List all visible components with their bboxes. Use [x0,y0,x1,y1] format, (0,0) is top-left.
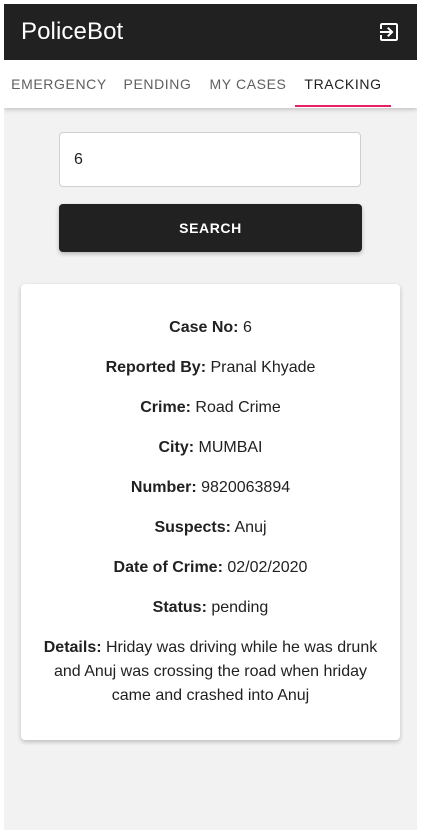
details-value: Hriday was driving while he was drunk an… [53,639,378,704]
status-row: Status: pending [37,596,384,620]
reported-by-label: Reported By: [105,359,207,376]
app-bar: PoliceBot [4,4,417,60]
logout-icon [380,23,398,41]
search-button[interactable]: SEARCH [59,204,362,252]
crime-value: Road Crime [195,399,281,416]
reported-by-value: Pranal Khyade [210,359,316,376]
case-no-label: Case No: [169,319,239,336]
details-label: Details: [43,639,102,656]
number-row: Number: 9820063894 [37,476,384,500]
case-no-row: Case No: 6 [37,316,384,340]
date-of-crime-value: 02/02/2020 [227,559,308,576]
tab-my-cases[interactable]: MY CASES [201,60,295,108]
city-label: City: [158,439,195,456]
tab-bar: EMERGENCY PENDING MY CASES TRACKING [4,60,417,108]
tab-tracking[interactable]: TRACKING [295,60,391,108]
city-value: MUMBAI [198,439,263,456]
suspects-value: Anuj [234,519,267,536]
tab-emergency[interactable]: EMERGENCY [4,60,114,108]
crime-label: Crime: [140,399,191,416]
date-of-crime-label: Date of Crime: [113,559,223,576]
case-search-input[interactable] [59,132,361,187]
date-of-crime-row: Date of Crime: 02/02/2020 [37,556,384,580]
case-details-card: Case No: 6 Reported By: Pranal Khyade Cr… [21,284,400,740]
tab-pending[interactable]: PENDING [114,60,201,108]
reported-by-row: Reported By: Pranal Khyade [37,356,384,380]
number-label: Number: [130,479,197,496]
status-label: Status: [152,599,207,616]
suspects-row: Suspects: Anuj [37,516,384,540]
status-value: pending [211,599,269,616]
case-no-value: 6 [242,319,252,336]
details-row: Details: Hriday was driving while he was… [37,636,384,708]
suspects-label: Suspects: [154,519,231,536]
app-frame: PoliceBot EMERGENCY PENDING MY CASES TRA… [4,4,417,830]
number-value: 9820063894 [201,479,291,496]
active-tab-indicator [295,105,391,107]
city-row: City: MUMBAI [37,436,384,460]
crime-row: Crime: Road Crime [37,396,384,420]
app-title: PoliceBot [21,18,124,45]
logout-button[interactable] [377,20,401,44]
